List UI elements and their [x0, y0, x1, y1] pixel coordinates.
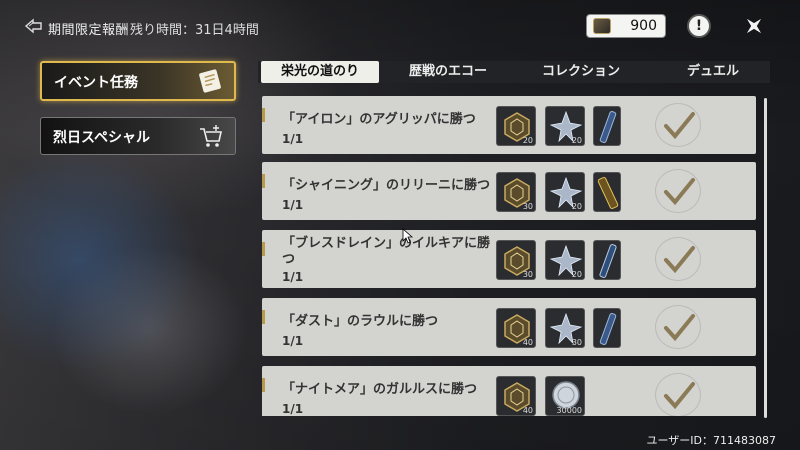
coin-icon[interactable]: 30000: [545, 376, 585, 416]
rifle-icon[interactable]: [593, 240, 621, 280]
mission-progress: 1/1: [282, 402, 304, 416]
medal-icon[interactable]: 30: [496, 172, 536, 212]
reward-count: 20: [571, 202, 582, 211]
star-shard-icon[interactable]: 30: [545, 308, 585, 348]
completed-check-icon: [655, 373, 701, 416]
time-remaining: 残り時間：31日4時間: [130, 23, 259, 38]
blade-icon[interactable]: [593, 106, 621, 146]
medal-icon[interactable]: 40: [496, 308, 536, 348]
currency-value: 900: [630, 18, 657, 34]
completed-check-icon: [655, 169, 701, 213]
mission-list[interactable]: 「アイロン」のアグリッパに勝つ 1/1 20 20 「シャイニング」のリリーニに…: [262, 96, 756, 416]
mission-row: 「アイロン」のアグリッパに勝つ 1/1 20 20: [262, 96, 756, 154]
mission-scroll-icon: [199, 69, 221, 93]
tab-glory-road[interactable]: 栄光の道のり: [261, 61, 379, 83]
reward-count: 30000: [556, 406, 582, 415]
mission-progress: 1/1: [282, 132, 304, 146]
sidebar-item-label: イベント任務: [54, 75, 138, 91]
mouse-cursor-icon: [402, 228, 414, 244]
reward-count: 30: [522, 202, 533, 211]
reward-count: 30: [522, 270, 533, 279]
shop-cart-icon: [200, 125, 222, 147]
tab-veteran-echo[interactable]: 歴戦のエコー: [398, 61, 498, 83]
medal-icon[interactable]: 40: [496, 376, 536, 416]
star-shard-icon[interactable]: 20: [545, 240, 585, 280]
medal-icon[interactable]: 30: [496, 240, 536, 280]
sidebar-item-special[interactable]: 烈日スペシャル: [40, 117, 236, 155]
currency-icon: [593, 18, 611, 34]
tab-collection[interactable]: コレクション: [526, 61, 636, 83]
mission-progress: 1/1: [282, 334, 304, 348]
reward-count: 20: [522, 136, 533, 145]
tab-bar: 栄光の道のり 歴戦のエコー コレクション デュエル: [258, 61, 770, 83]
medal-icon[interactable]: 20: [496, 106, 536, 146]
mission-title: 「ナイトメア」のガルルスに勝つ: [282, 382, 478, 397]
reward-count: 20: [571, 270, 582, 279]
chain-icon[interactable]: [593, 172, 621, 212]
completed-check-icon: [655, 103, 701, 147]
blade-icon[interactable]: [593, 308, 621, 348]
currency-display[interactable]: 900: [586, 14, 666, 38]
reward-count: 40: [522, 338, 533, 347]
completed-check-icon: [655, 305, 701, 349]
user-id: ユーザーID：711483087: [646, 434, 776, 447]
mission-row: 「シャイニング」のリリーニに勝つ 1/1 30 20: [262, 162, 756, 220]
sidebar-item-event-missions[interactable]: イベント任務: [40, 61, 236, 101]
sidebar-item-label: 烈日スペシャル: [53, 130, 151, 146]
mission-title: 「アイロン」のアグリッパに勝つ: [282, 112, 476, 127]
page-title: 期間限定報酬: [48, 23, 130, 38]
top-bar: 期間限定報酬 残り時間：31日4時間 900 !: [0, 0, 800, 52]
list-scrollbar[interactable]: [764, 98, 767, 418]
reward-count: 20: [571, 136, 582, 145]
completed-check-icon: [655, 237, 701, 281]
mission-progress: 1/1: [282, 270, 304, 284]
mission-title: 「ダスト」のラウルに勝つ: [282, 314, 439, 329]
star-shard-icon[interactable]: 20: [545, 106, 585, 146]
star-shard-icon[interactable]: 20: [545, 172, 585, 212]
close-icon[interactable]: [742, 14, 766, 38]
info-button[interactable]: !: [687, 14, 711, 38]
reward-count: 40: [522, 406, 533, 415]
back-icon[interactable]: [24, 16, 44, 36]
mission-title: 「シャイニング」のリリーニに勝つ: [282, 178, 491, 193]
reward-count: 30: [571, 338, 582, 347]
mission-row: 「ブレスドレイン」のイルキアに勝つ 1/1 30 20: [262, 230, 756, 288]
mission-row: 「ナイトメア」のガルルスに勝つ 1/1 40 30000: [262, 366, 756, 416]
mission-progress: 1/1: [282, 198, 304, 212]
mission-title: 「ブレスドレイン」のイルキアに勝つ: [282, 236, 491, 267]
tab-duel[interactable]: デュエル: [663, 61, 763, 83]
mission-row: 「ダスト」のラウルに勝つ 1/1 40 30: [262, 298, 756, 356]
